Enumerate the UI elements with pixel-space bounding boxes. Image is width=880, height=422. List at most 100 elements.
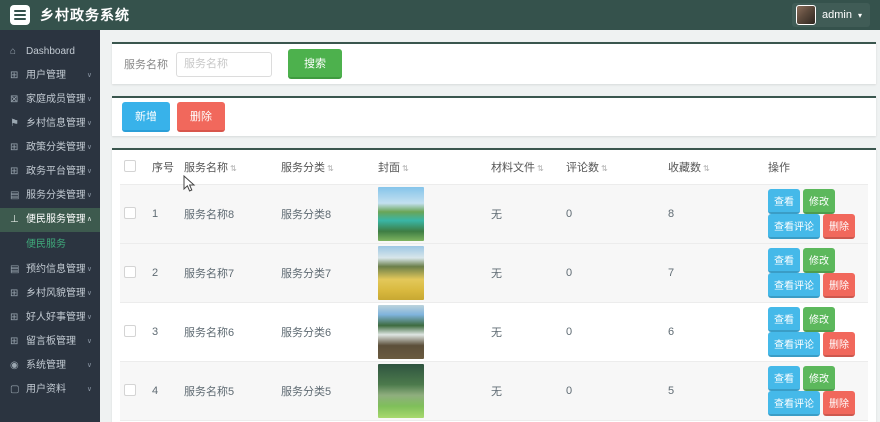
row-delete-button[interactable]: 删除 [823,273,855,298]
col-name[interactable]: 服务名称 ⇅ [180,150,277,185]
col-material[interactable]: 材料文件 ⇅ [487,150,562,185]
chevron-down-icon: ∨ [86,192,92,199]
cell-category: 服务分类6 [277,302,374,362]
sidebar-item-message-board[interactable]: ⊞ 留言板管理 ∨ [0,330,100,354]
chevron-down-icon: ∨ [86,314,92,321]
cell-index: 1 [148,184,180,244]
app-header: 乡村政务系统 admin ▾ [0,0,880,30]
table-row: 3 服务名称6 服务分类6 无 0 6 查看 修改查看评论 删除 [120,302,868,362]
edit-button[interactable]: 修改 [803,366,835,391]
sidebar-item-service-category[interactable]: ▤ 服务分类管理 ∨ [0,184,100,208]
user-menu[interactable]: admin ▾ [792,3,870,27]
row-checkbox[interactable] [124,383,136,396]
sort-icon[interactable]: ⇅ [537,164,544,173]
edit-button[interactable]: 修改 [803,307,835,332]
sidebar-subitem-convenience-service[interactable]: 便民服务 [0,232,100,258]
row-checkbox[interactable] [124,324,136,337]
view-comments-button[interactable]: 查看评论 [768,214,820,239]
search-button[interactable]: 搜索 [288,49,342,79]
grid-icon: ⊞ [10,336,19,347]
view-button[interactable]: 查看 [768,189,800,214]
select-all-checkbox[interactable] [124,159,136,172]
sidebar-item-dashboard[interactable]: ⌂ Dashboard [0,40,100,64]
sidebar: ⌂ Dashboard ⊞ 用户管理 ∨ ⊠ 家庭成员管理 ∨ ⚑ 乡村信息管理… [0,30,100,422]
sidebar-item-appointment-info[interactable]: ▤ 预约信息管理 ∨ [0,258,100,282]
view-comments-button[interactable]: 查看评论 [768,273,820,298]
sidebar-item-user-profile[interactable]: ▢ 用户资料 ∨ [0,378,100,402]
view-comments-button[interactable]: 查看评论 [768,332,820,357]
home-icon: ⌂ [10,46,17,57]
chevron-down-icon: ∨ [86,144,92,151]
grid-icon: ⊞ [10,166,19,177]
delete-button[interactable]: 删除 [177,102,225,132]
app-title: 乡村政务系统 [40,7,130,23]
cell-material: 无 [487,243,562,303]
sidebar-item-user-management[interactable]: ⊞ 用户管理 ∨ [0,64,100,88]
col-category[interactable]: 服务分类 ⇅ [277,150,374,185]
view-button[interactable]: 查看 [768,307,800,332]
cell-favorites: 5 [664,361,764,421]
row-delete-button[interactable]: 删除 [823,391,855,416]
sidebar-item-gov-platform[interactable]: ⊞ 政务平台管理 ∨ [0,160,100,184]
view-button[interactable]: 查看 [768,366,800,391]
cell-name: 服务名称8 [180,184,277,244]
avatar [796,5,817,25]
edit-button[interactable]: 修改 [803,189,835,214]
sort-icon[interactable]: ⇅ [703,164,710,173]
chevron-down-icon: ∨ [86,96,92,103]
cell-comments: 0 [562,361,664,421]
sidebar-item-good-deeds[interactable]: ⊞ 好人好事管理 ∨ [0,306,100,330]
row-delete-button[interactable]: 删除 [823,332,855,357]
chevron-down-icon: ∨ [86,72,92,79]
cell-comments: 0 [562,302,664,362]
cell-material: 无 [487,361,562,421]
cell-category: 服务分类5 [277,361,374,421]
card-icon: ▤ [10,190,20,201]
cell-material: 无 [487,302,562,362]
services-table: 序号 服务名称 ⇅ 服务分类 ⇅ 封面 ⇅ 材料文件 ⇅ 评论数 ⇅ 收藏数 ⇅ 操作 1 … [120,150,868,422]
table-row: 1 服务名称8 服务分类8 无 0 8 查看 修改查看评论 删除 [120,184,868,244]
table-row: 2 服务名称7 服务分类7 无 0 7 查看 修改查看评论 删除 [120,243,868,303]
col-cover[interactable]: 封面 ⇅ [374,150,487,185]
search-input[interactable] [176,51,272,77]
menu-icon[interactable] [10,5,30,25]
view-button[interactable]: 查看 [768,248,800,273]
flag-icon: ⚑ [10,118,19,129]
view-comments-button[interactable]: 查看评论 [768,391,820,416]
edit-button[interactable]: 修改 [803,248,835,273]
sidebar-item-system-mgmt[interactable]: ◉ 系统管理 ∨ [0,354,100,378]
grid-icon: ⊞ [10,70,19,81]
row-delete-button[interactable]: 删除 [823,214,855,239]
sort-icon[interactable]: ⇅ [327,164,334,173]
col-comments[interactable]: 评论数 ⇅ [562,150,664,185]
table-header-row: 序号 服务名称 ⇅ 服务分类 ⇅ 封面 ⇅ 材料文件 ⇅ 评论数 ⇅ 收藏数 ⇅ 操作 [120,150,868,185]
row-checkbox[interactable] [124,265,136,278]
table-row: 4 服务名称5 服务分类5 无 0 5 查看 修改查看评论 删除 [120,361,868,421]
cell-favorites: 7 [664,243,764,303]
col-actions: 操作 [764,150,868,185]
lock-icon: ⊠ [10,94,19,105]
cell-index: 4 [148,361,180,421]
sort-icon[interactable]: ⇅ [230,164,237,173]
sort-icon[interactable]: ⇅ [402,164,409,173]
grid-icon: ⊞ [10,288,19,299]
pin-icon: ◉ [10,360,19,371]
table-panel: 序号 服务名称 ⇅ 服务分类 ⇅ 封面 ⇅ 材料文件 ⇅ 评论数 ⇅ 收藏数 ⇅ 操作 1 … [112,148,876,422]
sort-icon[interactable]: ⇅ [601,164,608,173]
sidebar-item-village-info[interactable]: ⚑ 乡村信息管理 ∨ [0,112,100,136]
person-icon: ⊥ [10,214,19,225]
search-panel: 服务名称 搜索 [112,42,876,84]
sidebar-item-convenience-service-mgmt[interactable]: ⊥ 便民服务管理 ∧ [0,208,100,232]
file-icon: ▤ [10,264,20,275]
row-checkbox[interactable] [124,206,136,219]
cell-category: 服务分类8 [277,184,374,244]
sidebar-item-village-scenery[interactable]: ⊞ 乡村风貌管理 ∨ [0,282,100,306]
sidebar-item-policy-category[interactable]: ⊞ 政策分类管理 ∨ [0,136,100,160]
cover-photo-village-sky [378,305,424,359]
col-favorites[interactable]: 收藏数 ⇅ [664,150,764,185]
sidebar-item-family-members[interactable]: ⊠ 家庭成员管理 ∨ [0,88,100,112]
chevron-down-icon: ∨ [86,338,92,345]
grid-icon: ⊞ [10,312,19,323]
add-button[interactable]: 新增 [122,102,170,132]
chevron-down-icon: ∨ [86,266,92,273]
